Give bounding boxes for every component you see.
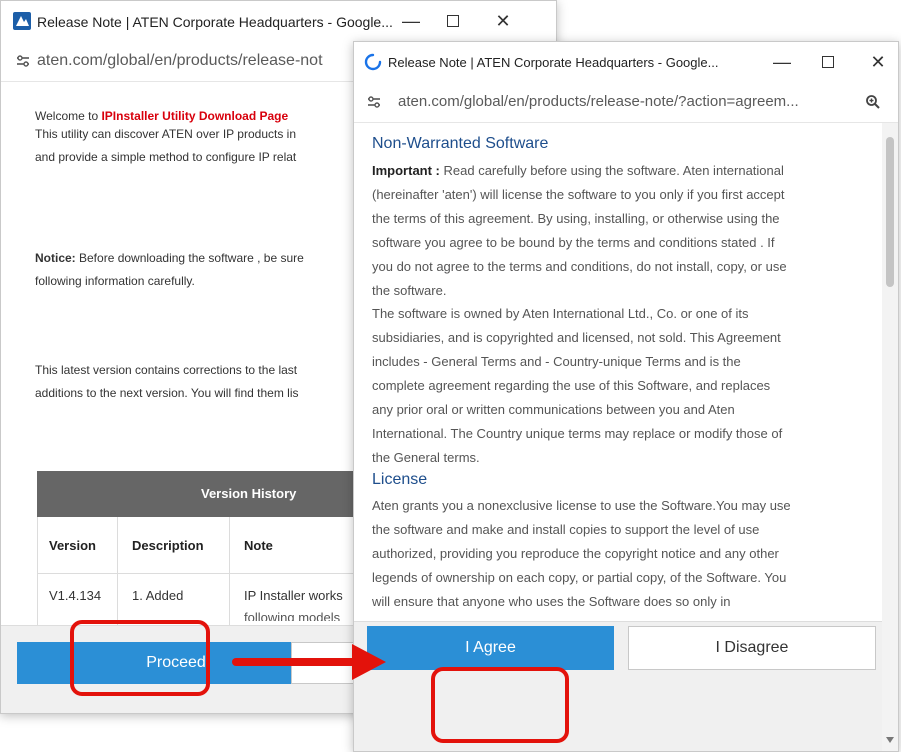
agreement-line: subsidiaries, and is copyrighted and lic… [372, 330, 781, 345]
maximize-icon [822, 56, 834, 68]
welcome-prefix: Welcome to [35, 109, 102, 123]
agreement-line: The software is owned by Aten Internatio… [372, 306, 749, 321]
agreement-line: includes - General Terms and - Country-u… [372, 354, 741, 369]
intro-line-2: and provide a simple method to configure… [35, 150, 297, 164]
url-text-front[interactable]: aten.com/global/en/products/release-note… [398, 93, 799, 110]
notice-line: Notice: Before downloading the software … [35, 249, 304, 268]
agreement-line: the terms of this agreement. By using, i… [372, 211, 780, 226]
row-note: IP Installer works [244, 588, 343, 603]
agreement-line: software you agree to be bound by the te… [372, 235, 775, 250]
site-info-icon[interactable] [366, 95, 382, 109]
close-button-front[interactable]: ✕ [866, 50, 890, 74]
title-bar[interactable]: Release Note | ATEN Corporate Headquarte… [1, 1, 556, 41]
minimize-button[interactable]: — [399, 9, 423, 33]
zoom-icon[interactable] [865, 94, 881, 110]
notice-line-2: following information carefully. [35, 274, 195, 288]
aten-logo-icon [13, 12, 31, 30]
utility-page-name: IPInstaller Utility Download Page [101, 109, 289, 123]
title-bar-front[interactable]: Release Note | ATEN Corporate Headquarte… [354, 42, 898, 82]
scroll-down-arrow-icon[interactable] [886, 737, 894, 743]
row-note-cont: following models [244, 611, 341, 621]
window-title-front: Release Note | ATEN Corporate Headquarte… [388, 55, 719, 70]
disagree-button[interactable]: I Disagree [628, 626, 876, 670]
intro-line-1: This utility can discover ATEN over IP p… [35, 127, 296, 141]
agreement-line: any prior oral or written communications… [372, 402, 735, 417]
agreement-line: you do not agree to the terms and condit… [372, 259, 787, 274]
minimize-button-front[interactable]: — [770, 50, 794, 74]
header-note: Note [244, 538, 273, 553]
license-line: legends of ownership on each copy, or pa… [372, 570, 787, 585]
important-label: Important : [372, 163, 440, 178]
scrollbar-thumb[interactable] [886, 137, 894, 287]
license-line: will ensure that anyone who uses the Sof… [372, 594, 731, 609]
header-version: Version [49, 538, 96, 553]
license-heading: License [372, 471, 428, 488]
maximize-icon [447, 15, 459, 27]
agree-button[interactable]: I Agree [367, 626, 614, 670]
version-history-title: Version History [201, 486, 297, 501]
latest-line-1: This latest version contains corrections… [35, 363, 298, 377]
license-line: Aten grants you a nonexclusive license t… [372, 498, 791, 513]
agreement-line: International. The Country unique terms … [372, 426, 783, 441]
maximize-button[interactable] [441, 9, 465, 33]
row-description: 1. Added [132, 588, 184, 603]
agreement-line: the software. [372, 283, 447, 298]
row-version: V1.4.134 [49, 588, 102, 603]
agreement-line: Important : Read carefully before using … [372, 163, 784, 178]
notice-label: Notice: [35, 251, 76, 265]
window-title: Release Note | ATEN Corporate Headquarte… [37, 14, 393, 30]
close-button[interactable]: ✕ [491, 9, 515, 33]
agreement-line: the General terms. [372, 450, 480, 465]
window2-footer: I Agree I Disagree [354, 621, 882, 751]
license-line: authorized, providing you reproduce the … [372, 546, 779, 561]
url-text[interactable]: aten.com/global/en/products/release-not [37, 52, 323, 70]
vertical-scrollbar[interactable] [882, 123, 898, 751]
welcome-line: Welcome to IPInstaller Utility Download … [35, 107, 288, 126]
site-info-icon[interactable] [15, 54, 31, 68]
right-arrow-icon [352, 644, 386, 680]
notice-text: Before downloading the software , be sur… [75, 251, 304, 265]
arrow-shaft [232, 658, 356, 666]
agreement-line: complete agreement regarding the use of … [372, 378, 771, 393]
maximize-button-front[interactable] [816, 50, 840, 74]
latest-line-2: additions to the next version. You will … [35, 386, 299, 400]
license-line: the software and make and install copies… [372, 522, 760, 537]
non-warranted-heading: Non-Warranted Software [372, 135, 549, 152]
address-bar-front[interactable]: aten.com/global/en/products/release-note… [354, 82, 898, 123]
agreement-line: (hereinafter 'aten') will license the so… [372, 187, 785, 202]
header-description: Description [132, 538, 204, 553]
release-note-window-front: Release Note | ATEN Corporate Headquarte… [353, 41, 899, 752]
loading-spinner-icon [364, 53, 382, 71]
